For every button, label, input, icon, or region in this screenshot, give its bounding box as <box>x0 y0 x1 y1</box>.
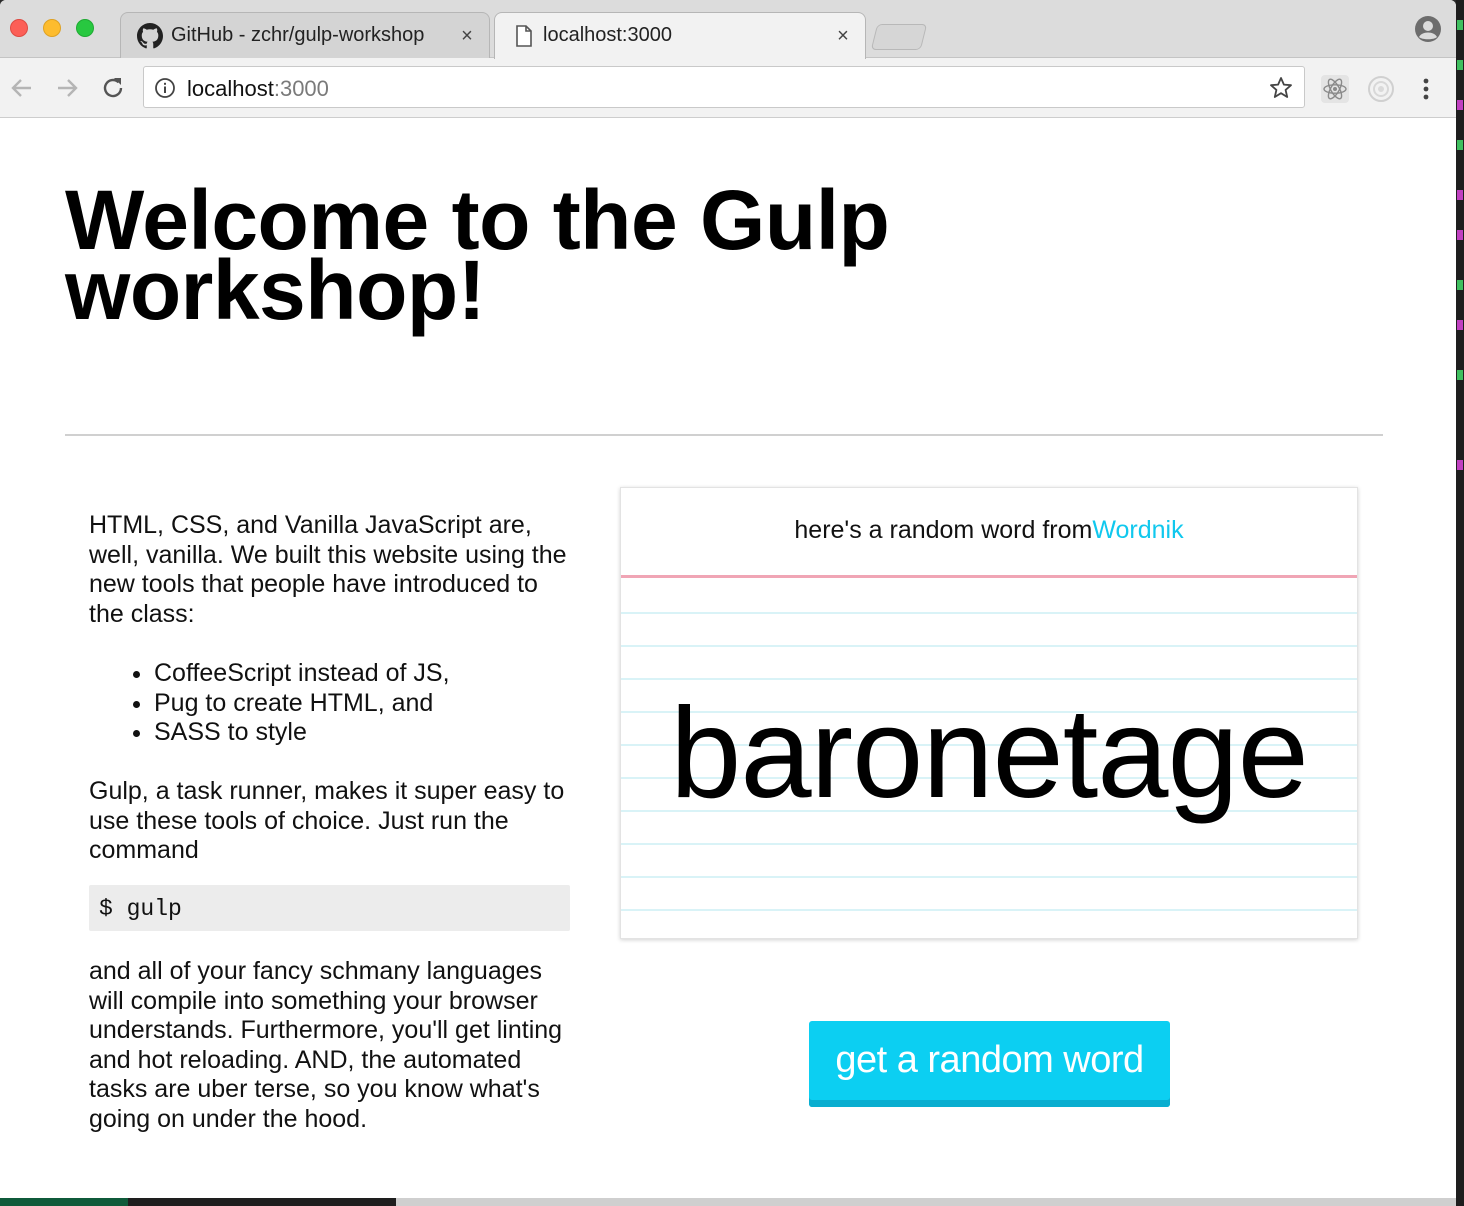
info-icon[interactable] <box>154 77 176 99</box>
command-code-block: $ gulp <box>89 885 570 931</box>
page-title: Welcome to the Gulp workshop! <box>65 173 890 337</box>
window-maximize-button[interactable] <box>76 19 94 37</box>
get-random-word-button[interactable]: get a random word <box>809 1021 1170 1107</box>
new-tab-button[interactable] <box>870 24 928 50</box>
menu-icon[interactable] <box>1416 74 1436 104</box>
tab-github[interactable]: GitHub - zchr/gulp-workshop × <box>120 12 490 58</box>
list-item: Pug to create HTML, and <box>154 689 450 719</box>
profile-icon[interactable] <box>1414 15 1442 43</box>
url-host: localhost <box>187 76 274 101</box>
outro-paragraph: and all of your fancy schmany languages … <box>89 957 563 1133</box>
github-icon <box>137 23 163 49</box>
word-card: here's a random word fromWordnik baronet… <box>620 487 1358 939</box>
react-devtools-icon[interactable] <box>1320 74 1350 104</box>
card-header-text: here's a random word from <box>794 516 1093 544</box>
url-text: localhost:3000 <box>187 76 329 102</box>
wordnik-link[interactable]: Wordnik <box>1092 516 1183 544</box>
random-word: baronetage <box>670 682 1309 825</box>
address-bar[interactable]: localhost:3000 <box>143 66 1305 108</box>
tab-title: GitHub - zchr/gulp-workshop <box>171 24 425 46</box>
web-page: Welcome to the Gulp workshop! HTML, CSS,… <box>0 119 1456 1198</box>
horizontal-rule <box>65 434 1383 436</box>
window-minimize-button[interactable] <box>43 19 61 37</box>
tab-title: localhost:3000 <box>543 24 672 46</box>
extension-circle-icon[interactable] <box>1366 74 1396 104</box>
list-item: CoffeeScript instead of JS, <box>154 659 450 689</box>
card-header: here's a random word fromWordnik <box>621 488 1357 578</box>
back-arrow-icon[interactable] <box>8 74 36 102</box>
window-close-button[interactable] <box>10 19 28 37</box>
browser-toolbar: localhost:3000 <box>0 58 1456 118</box>
close-tab-icon[interactable]: × <box>833 25 853 47</box>
intro-paragraph: HTML, CSS, and Vanilla JavaScript are, w… <box>89 511 567 628</box>
list-item: SASS to style <box>154 718 450 748</box>
url-port: :3000 <box>273 76 329 101</box>
reload-icon[interactable] <box>99 74 127 102</box>
background-dock-strip <box>0 1198 1464 1206</box>
forward-arrow-icon[interactable] <box>53 74 81 102</box>
page-icon <box>516 25 532 47</box>
tab-strip: GitHub - zchr/gulp-workshop × localhost:… <box>0 0 1456 59</box>
gulp-paragraph: Gulp, a task runner, makes it super easy… <box>89 777 565 864</box>
tools-list: CoffeeScript instead of JS, Pug to creat… <box>89 659 450 748</box>
tab-localhost[interactable]: localhost:3000 × <box>494 12 866 59</box>
star-icon[interactable] <box>1268 75 1294 101</box>
background-terminal-strip <box>1456 0 1464 1206</box>
browser-window: GitHub - zchr/gulp-workshop × localhost:… <box>0 0 1456 1198</box>
close-tab-icon[interactable]: × <box>457 25 477 47</box>
